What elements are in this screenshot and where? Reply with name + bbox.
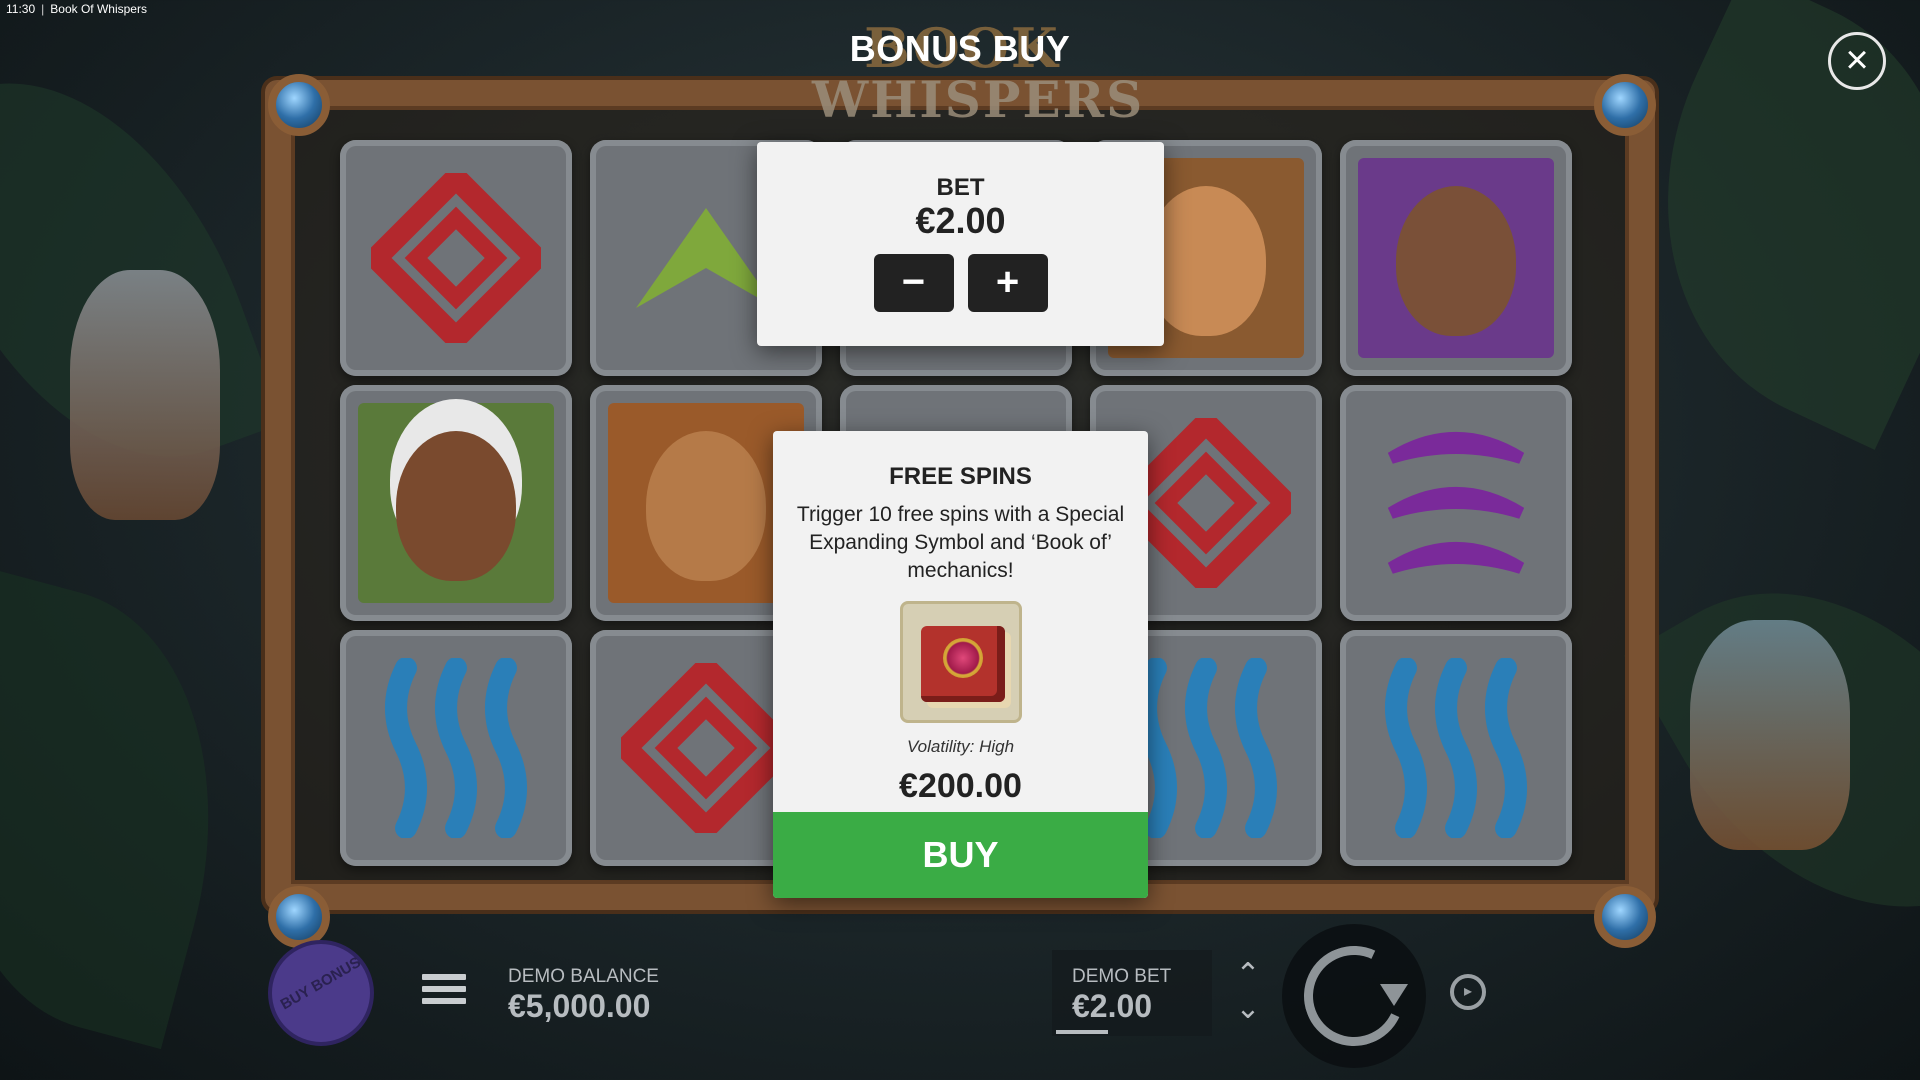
foliage-decoration	[0, 570, 270, 1050]
frame-gem	[1594, 74, 1656, 136]
demo-bet-box[interactable]: DEMO BET €2.00	[1052, 950, 1212, 1036]
free-spins-price: €200.00	[899, 767, 1022, 805]
frame-gem	[268, 886, 330, 948]
decrease-bet-button[interactable]: −	[873, 254, 954, 312]
koala-statue	[1690, 620, 1850, 850]
app-title: Book Of Whispers	[50, 2, 147, 16]
reel-tile	[340, 140, 572, 376]
system-bar: 11:30 | Book Of Whispers	[6, 2, 153, 16]
red-spiral-symbol	[371, 173, 541, 343]
frame-gem	[268, 74, 330, 136]
blue-waves-symbol	[1385, 658, 1527, 838]
red-spiral-symbol	[621, 663, 791, 833]
bet-value: €2.00	[915, 200, 1006, 241]
purple-chevrons-symbol	[1387, 432, 1525, 574]
bet-panel: BET €2.00 − +	[757, 142, 1164, 346]
reel-tile	[340, 630, 572, 866]
reel-tile	[1340, 140, 1572, 376]
bet-level-indicator	[1056, 1030, 1108, 1034]
separator: |	[41, 2, 45, 16]
free-spins-panel: FREE SPINS Trigger 10 free spins with a …	[773, 431, 1148, 898]
bet-stepper[interactable]: ⌃ ⌄	[1228, 958, 1268, 1026]
demo-balance-label: DEMO BALANCE	[508, 966, 659, 987]
blue-waves-symbol	[1135, 658, 1277, 838]
free-spins-description: Trigger 10 free spins with a Special Exp…	[796, 503, 1125, 582]
reel-tile	[1340, 630, 1572, 866]
increase-bet-button[interactable]: +	[967, 254, 1048, 312]
chevron-down-icon[interactable]: ⌄	[1228, 992, 1268, 1026]
buy-bonus-button[interactable]: BUY BONUS	[268, 940, 374, 1046]
autoplay-icon[interactable]: ▸	[1450, 974, 1486, 1010]
close-button[interactable]: ×	[1828, 32, 1886, 90]
bet-label: BET	[936, 174, 985, 201]
spin-button[interactable]	[1282, 924, 1426, 1068]
demo-bet-label: DEMO BET	[1072, 966, 1172, 987]
menu-icon[interactable]	[422, 974, 466, 1010]
chevron-up-icon[interactable]: ⌃	[1228, 958, 1268, 992]
reel-tile	[340, 385, 572, 621]
free-spins-title: FREE SPINS	[889, 463, 1032, 490]
demo-balance-value: €5,000.00	[508, 988, 651, 1024]
owl-statue	[70, 270, 220, 520]
blue-waves-symbol	[385, 658, 527, 838]
bonus-buy-title: BONUS BUY	[849, 28, 1071, 69]
volatility-label: Volatility: High	[906, 737, 1015, 756]
close-icon: ×	[1845, 38, 1869, 82]
book-icon	[899, 601, 1022, 723]
reel-tile	[1340, 385, 1572, 621]
demo-bet-value: €2.00	[1072, 988, 1153, 1024]
buy-button[interactable]: BUY	[773, 812, 1148, 898]
frame-gem	[1594, 886, 1656, 948]
clock-time: 11:30	[6, 2, 36, 16]
